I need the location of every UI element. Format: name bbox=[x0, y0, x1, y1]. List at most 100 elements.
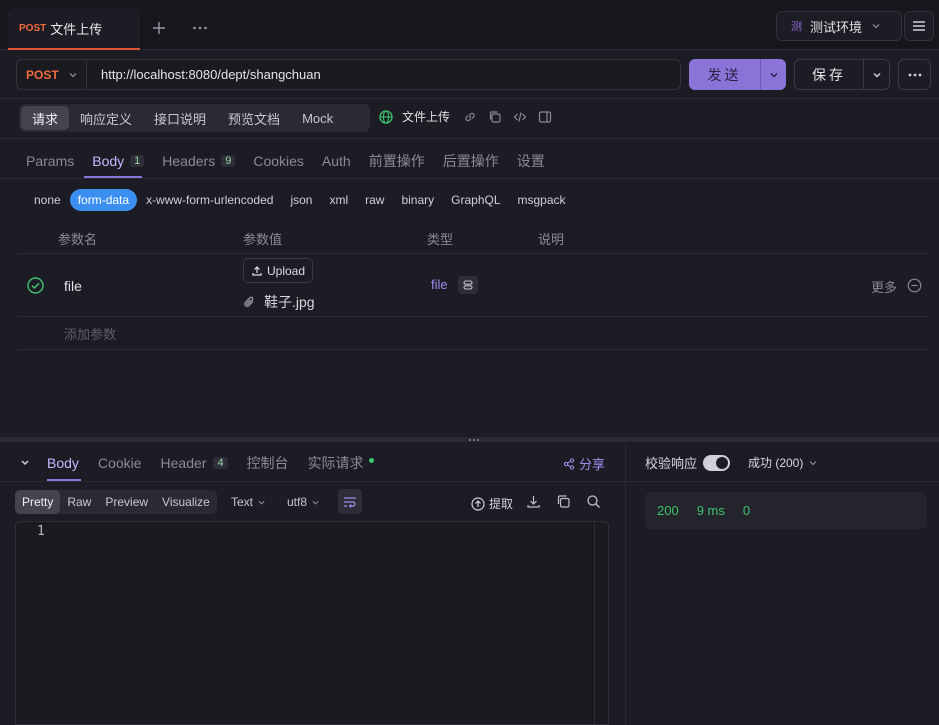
body-type-xml[interactable]: xml bbox=[321, 189, 356, 211]
row-more-link[interactable]: 更多 bbox=[871, 277, 897, 296]
segment-mock[interactable]: Mock bbox=[291, 106, 344, 130]
row-enabled-checkbox[interactable] bbox=[27, 277, 44, 294]
body-type-selector: none form-data x-www-form-urlencoded jso… bbox=[26, 189, 575, 211]
add-tab-icon[interactable] bbox=[150, 19, 168, 37]
selected-file: 鞋子.jpg bbox=[243, 292, 315, 312]
share-icon bbox=[563, 457, 575, 470]
tab-headers[interactable]: Headers 9 bbox=[162, 151, 236, 171]
segment-request[interactable]: 请求 bbox=[21, 106, 70, 130]
param-type[interactable]: file bbox=[431, 277, 448, 292]
format-selector: Pretty Raw Preview Visualize bbox=[15, 490, 217, 514]
tab-cookies[interactable]: Cookies bbox=[253, 151, 304, 171]
response-tabs: Body Cookie Header 4 控制台 实际请求 bbox=[20, 453, 393, 473]
wrap-lines-icon[interactable] bbox=[338, 489, 362, 514]
share-button[interactable]: 分享 bbox=[563, 454, 605, 473]
chevron-down-icon bbox=[809, 460, 817, 465]
panel-icon[interactable] bbox=[538, 110, 552, 124]
upload-icon bbox=[252, 265, 262, 276]
body-type-json[interactable]: json bbox=[282, 189, 320, 211]
validate-response: 校验响应 bbox=[645, 453, 731, 472]
response-tab-cookie[interactable]: Cookie bbox=[98, 455, 142, 471]
remove-row-icon[interactable] bbox=[907, 278, 922, 293]
send-label: 发送 bbox=[707, 66, 742, 83]
response-body-editor[interactable] bbox=[15, 521, 609, 725]
body-type-raw[interactable]: raw bbox=[357, 189, 392, 211]
env-label: 测试环境 bbox=[810, 19, 863, 35]
format-preview[interactable]: Preview bbox=[98, 490, 155, 514]
tab-pre-ops[interactable]: 前置操作 bbox=[369, 151, 425, 171]
send-button[interactable]: 发送 bbox=[689, 59, 786, 90]
body-type-urlencoded[interactable]: x-www-form-urlencoded bbox=[138, 189, 281, 211]
body-type-form-data[interactable]: form-data bbox=[69, 189, 138, 211]
tab-auth[interactable]: Auth bbox=[322, 151, 351, 171]
line-number: 1 bbox=[37, 524, 45, 539]
segment-preview-doc[interactable]: 预览文档 bbox=[217, 106, 291, 130]
status-code: 200 bbox=[657, 503, 679, 518]
validate-label: 校验响应 bbox=[645, 456, 698, 471]
expected-status-select[interactable]: 成功 (200) bbox=[748, 454, 818, 471]
env-badge: 测 bbox=[791, 21, 802, 33]
doc-title: 文件上传 bbox=[402, 110, 451, 124]
extract-button[interactable]: 提取 bbox=[471, 495, 513, 512]
chevron-down-icon bbox=[872, 24, 880, 29]
tab-params[interactable]: Params bbox=[26, 151, 74, 171]
response-tab-actual-request[interactable]: 实际请求 bbox=[308, 453, 374, 473]
header-count: 4 bbox=[213, 457, 228, 469]
column-header-value: 参数值 bbox=[243, 232, 283, 247]
response-tab-header[interactable]: Header 4 bbox=[161, 455, 228, 471]
upload-label: Upload bbox=[266, 263, 306, 278]
tab-method: POST bbox=[19, 22, 47, 34]
text-mode-select[interactable]: Text bbox=[231, 495, 266, 509]
format-visualize[interactable]: Visualize bbox=[155, 490, 217, 514]
tab-settings[interactable]: 设置 bbox=[517, 151, 545, 171]
editor-scrollbar[interactable] bbox=[594, 522, 595, 725]
validate-toggle[interactable] bbox=[703, 454, 731, 471]
environment-select[interactable]: 测 测试环境 bbox=[776, 11, 902, 41]
body-type-binary[interactable]: binary bbox=[393, 189, 442, 211]
collapse-response-icon[interactable] bbox=[20, 458, 30, 468]
param-tabs: Params Body 1 Headers 9 Cookies Auth 前置操作 … bbox=[26, 151, 563, 171]
upload-button[interactable]: Upload bbox=[243, 258, 313, 283]
tab-title: 文件上传 bbox=[50, 21, 103, 37]
send-options-icon[interactable] bbox=[761, 69, 786, 81]
format-raw[interactable]: Raw bbox=[60, 490, 98, 514]
save-button[interactable]: 保存 bbox=[794, 59, 890, 90]
type-switch-icon[interactable] bbox=[458, 276, 478, 294]
encoding-select[interactable]: utf8 bbox=[287, 495, 320, 509]
response-tab-body[interactable]: Body bbox=[47, 455, 79, 471]
chevron-down-icon bbox=[69, 72, 77, 77]
code-icon[interactable] bbox=[513, 110, 527, 124]
format-pretty[interactable]: Pretty bbox=[15, 490, 61, 514]
search-icon[interactable] bbox=[586, 494, 601, 509]
request-tab[interactable]: POST 文件上传 bbox=[8, 8, 140, 50]
segment-api-doc[interactable]: 接口说明 bbox=[143, 106, 217, 130]
tab-body[interactable]: Body 1 bbox=[92, 151, 145, 171]
response-stats: 200 9 ms 0 bbox=[645, 492, 927, 529]
paperclip-icon bbox=[244, 296, 254, 307]
status-dot bbox=[368, 457, 374, 463]
chevron-down-icon bbox=[258, 500, 265, 505]
url-input[interactable] bbox=[86, 59, 681, 90]
param-name[interactable]: file bbox=[64, 278, 82, 294]
download-icon[interactable] bbox=[526, 494, 541, 509]
doc-title-bar: 文件上传 bbox=[379, 108, 552, 125]
add-param-placeholder[interactable]: 添加参数 bbox=[64, 324, 116, 343]
copy-response-icon[interactable] bbox=[556, 494, 571, 509]
save-options-icon[interactable] bbox=[864, 69, 889, 81]
copy-icon[interactable] bbox=[488, 110, 502, 124]
body-type-none[interactable]: none bbox=[26, 189, 69, 211]
response-tab-console[interactable]: 控制台 bbox=[247, 453, 289, 473]
chevron-down-icon bbox=[312, 500, 319, 505]
link-icon[interactable] bbox=[463, 110, 477, 124]
tab-post-ops[interactable]: 后置操作 bbox=[443, 151, 499, 171]
body-type-graphql[interactable]: GraphQL bbox=[443, 189, 508, 211]
globe-icon bbox=[379, 109, 393, 124]
more-icon[interactable] bbox=[898, 59, 931, 90]
method-label: POST bbox=[26, 67, 59, 82]
splitter-grip-icon[interactable] bbox=[469, 437, 479, 442]
menu-icon[interactable] bbox=[904, 11, 934, 41]
method-select[interactable]: POST bbox=[16, 59, 86, 90]
body-type-msgpack[interactable]: msgpack bbox=[510, 189, 574, 211]
more-tabs-icon[interactable] bbox=[191, 19, 209, 37]
segment-response-def[interactable]: 响应定义 bbox=[69, 106, 143, 130]
